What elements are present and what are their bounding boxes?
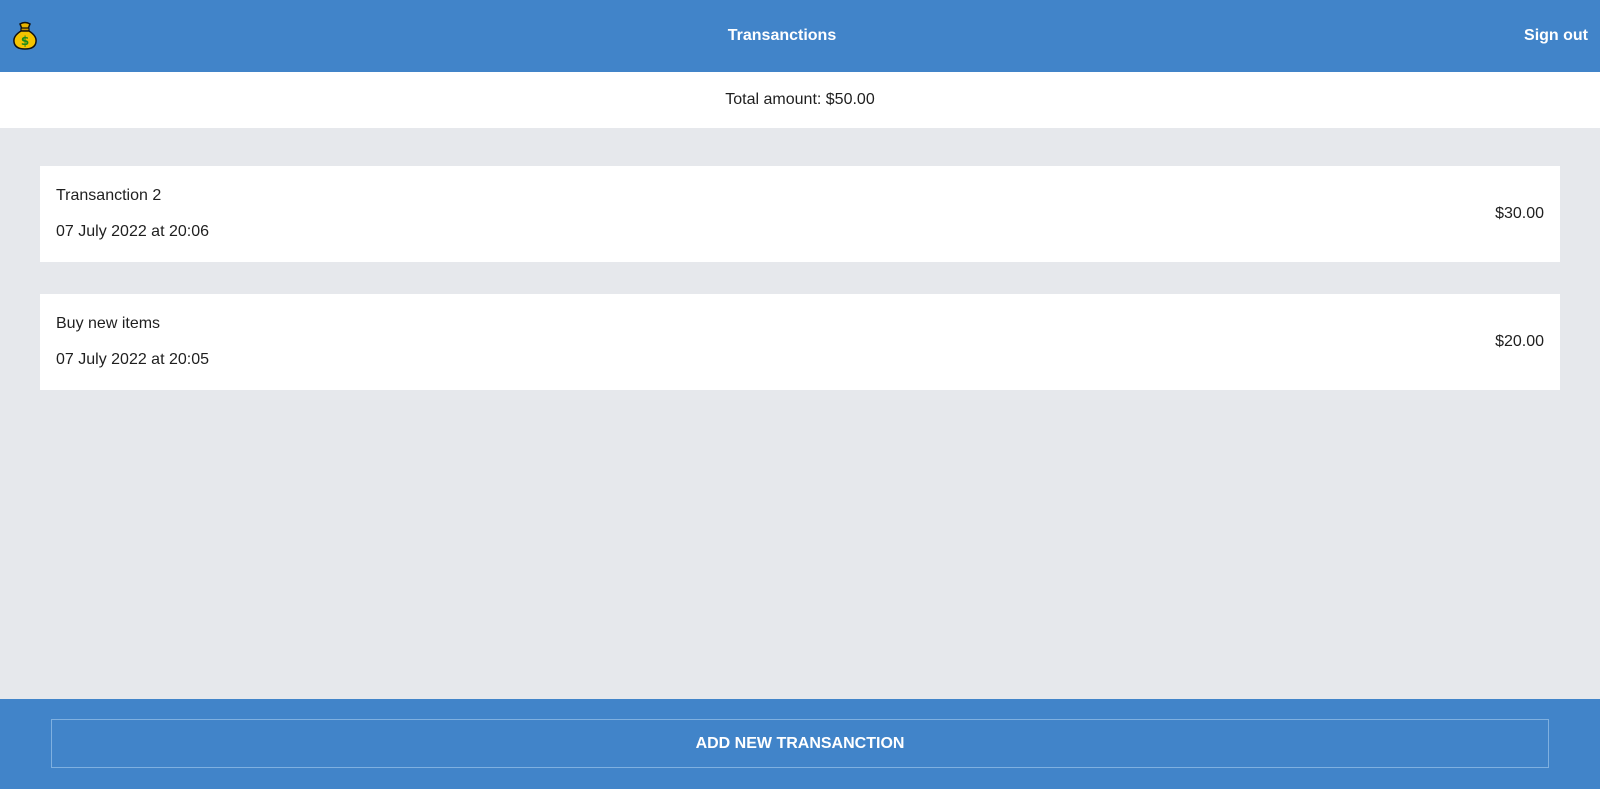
transaction-name: Transanction 2 (56, 187, 162, 204)
total-amount-bar: Total amount: $50.00 (0, 72, 1600, 128)
transaction-list: Transanction 2 07 July 2022 at 20:06 $30… (40, 166, 1560, 422)
transaction-date: 07 July 2022 at 20:05 (56, 351, 210, 368)
transaction-amount: $20.00 (1495, 333, 1544, 350)
transaction-item[interactable]: Buy new items 07 July 2022 at 20:05 $20.… (40, 294, 1560, 390)
add-transaction-button[interactable]: ADD NEW TRANSANCTION (51, 719, 1549, 768)
page-title: Transanctions (727, 27, 837, 44)
total-amount-text: Total amount: $50.00 (725, 91, 875, 108)
transaction-item[interactable]: Transanction 2 07 July 2022 at 20:06 $30… (40, 166, 1560, 262)
transaction-amount: $30.00 (1495, 205, 1544, 222)
sign-out-link[interactable]: Sign out (1524, 0, 1588, 72)
app-footer: ADD NEW TRANSANCTION (0, 699, 1600, 789)
transaction-name: Buy new items (56, 315, 161, 332)
transaction-date: 07 July 2022 at 20:06 (56, 223, 210, 240)
app-header: $ Transanctions Sign out (0, 0, 1600, 72)
